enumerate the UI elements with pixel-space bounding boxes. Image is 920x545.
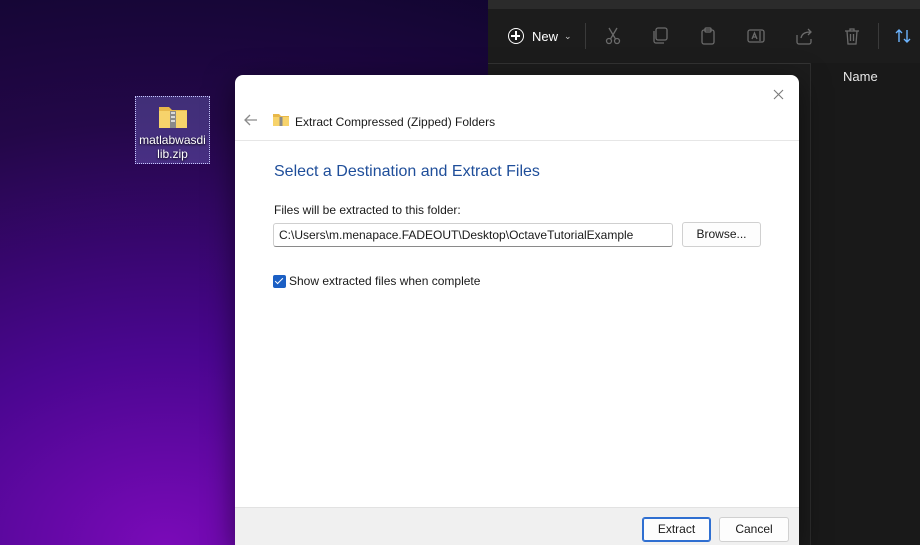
- destination-path-input[interactable]: [273, 223, 673, 247]
- toolbar-separator: [585, 23, 586, 49]
- browse-button[interactable]: Browse...: [682, 222, 761, 247]
- desktop-zip-file[interactable]: matlabwasdilib.zip: [135, 96, 210, 164]
- chevron-down-icon: ⌄: [564, 30, 572, 41]
- rename-icon[interactable]: [746, 26, 766, 46]
- cut-icon[interactable]: [603, 26, 623, 46]
- zip-folder-icon: [158, 103, 188, 134]
- show-files-checkbox-row[interactable]: Show extracted files when complete: [273, 274, 480, 288]
- dialog-divider: [235, 140, 799, 141]
- plus-circle-icon: [508, 28, 524, 44]
- cancel-button[interactable]: Cancel: [719, 517, 789, 542]
- new-button-label: New: [532, 28, 559, 44]
- destination-label: Files will be extracted to this folder:: [274, 203, 461, 217]
- delete-icon[interactable]: [842, 26, 862, 46]
- file-list-pane: Name: [810, 63, 920, 545]
- copy-icon[interactable]: [650, 26, 670, 46]
- column-header-name[interactable]: Name: [843, 69, 878, 84]
- dialog-title: Extract Compressed (Zipped) Folders: [295, 115, 496, 129]
- toolbar-separator: [878, 23, 879, 49]
- sort-icon[interactable]: [893, 26, 913, 46]
- explorer-title-strip: [488, 0, 920, 9]
- paste-icon[interactable]: [698, 26, 718, 46]
- extract-dialog: Extract Compressed (Zipped) Folders Sele…: [235, 75, 799, 545]
- zip-folder-icon: [273, 113, 289, 131]
- dialog-title-row: Extract Compressed (Zipped) Folders: [273, 113, 495, 131]
- extract-button[interactable]: Extract: [642, 517, 711, 542]
- new-button[interactable]: New ⌄: [508, 25, 572, 47]
- share-icon[interactable]: [794, 26, 814, 46]
- show-files-checkbox[interactable]: [273, 274, 286, 288]
- dialog-heading: Select a Destination and Extract Files: [274, 163, 540, 180]
- dialog-footer: Extract Cancel: [235, 507, 799, 545]
- explorer-toolbar: New ⌄: [488, 9, 920, 64]
- back-arrow-icon[interactable]: [241, 111, 261, 129]
- close-icon[interactable]: [765, 81, 791, 107]
- desktop-icon-label: matlabwasdilib.zip: [139, 133, 206, 161]
- show-files-checkbox-label[interactable]: Show extracted files when complete: [289, 274, 480, 288]
